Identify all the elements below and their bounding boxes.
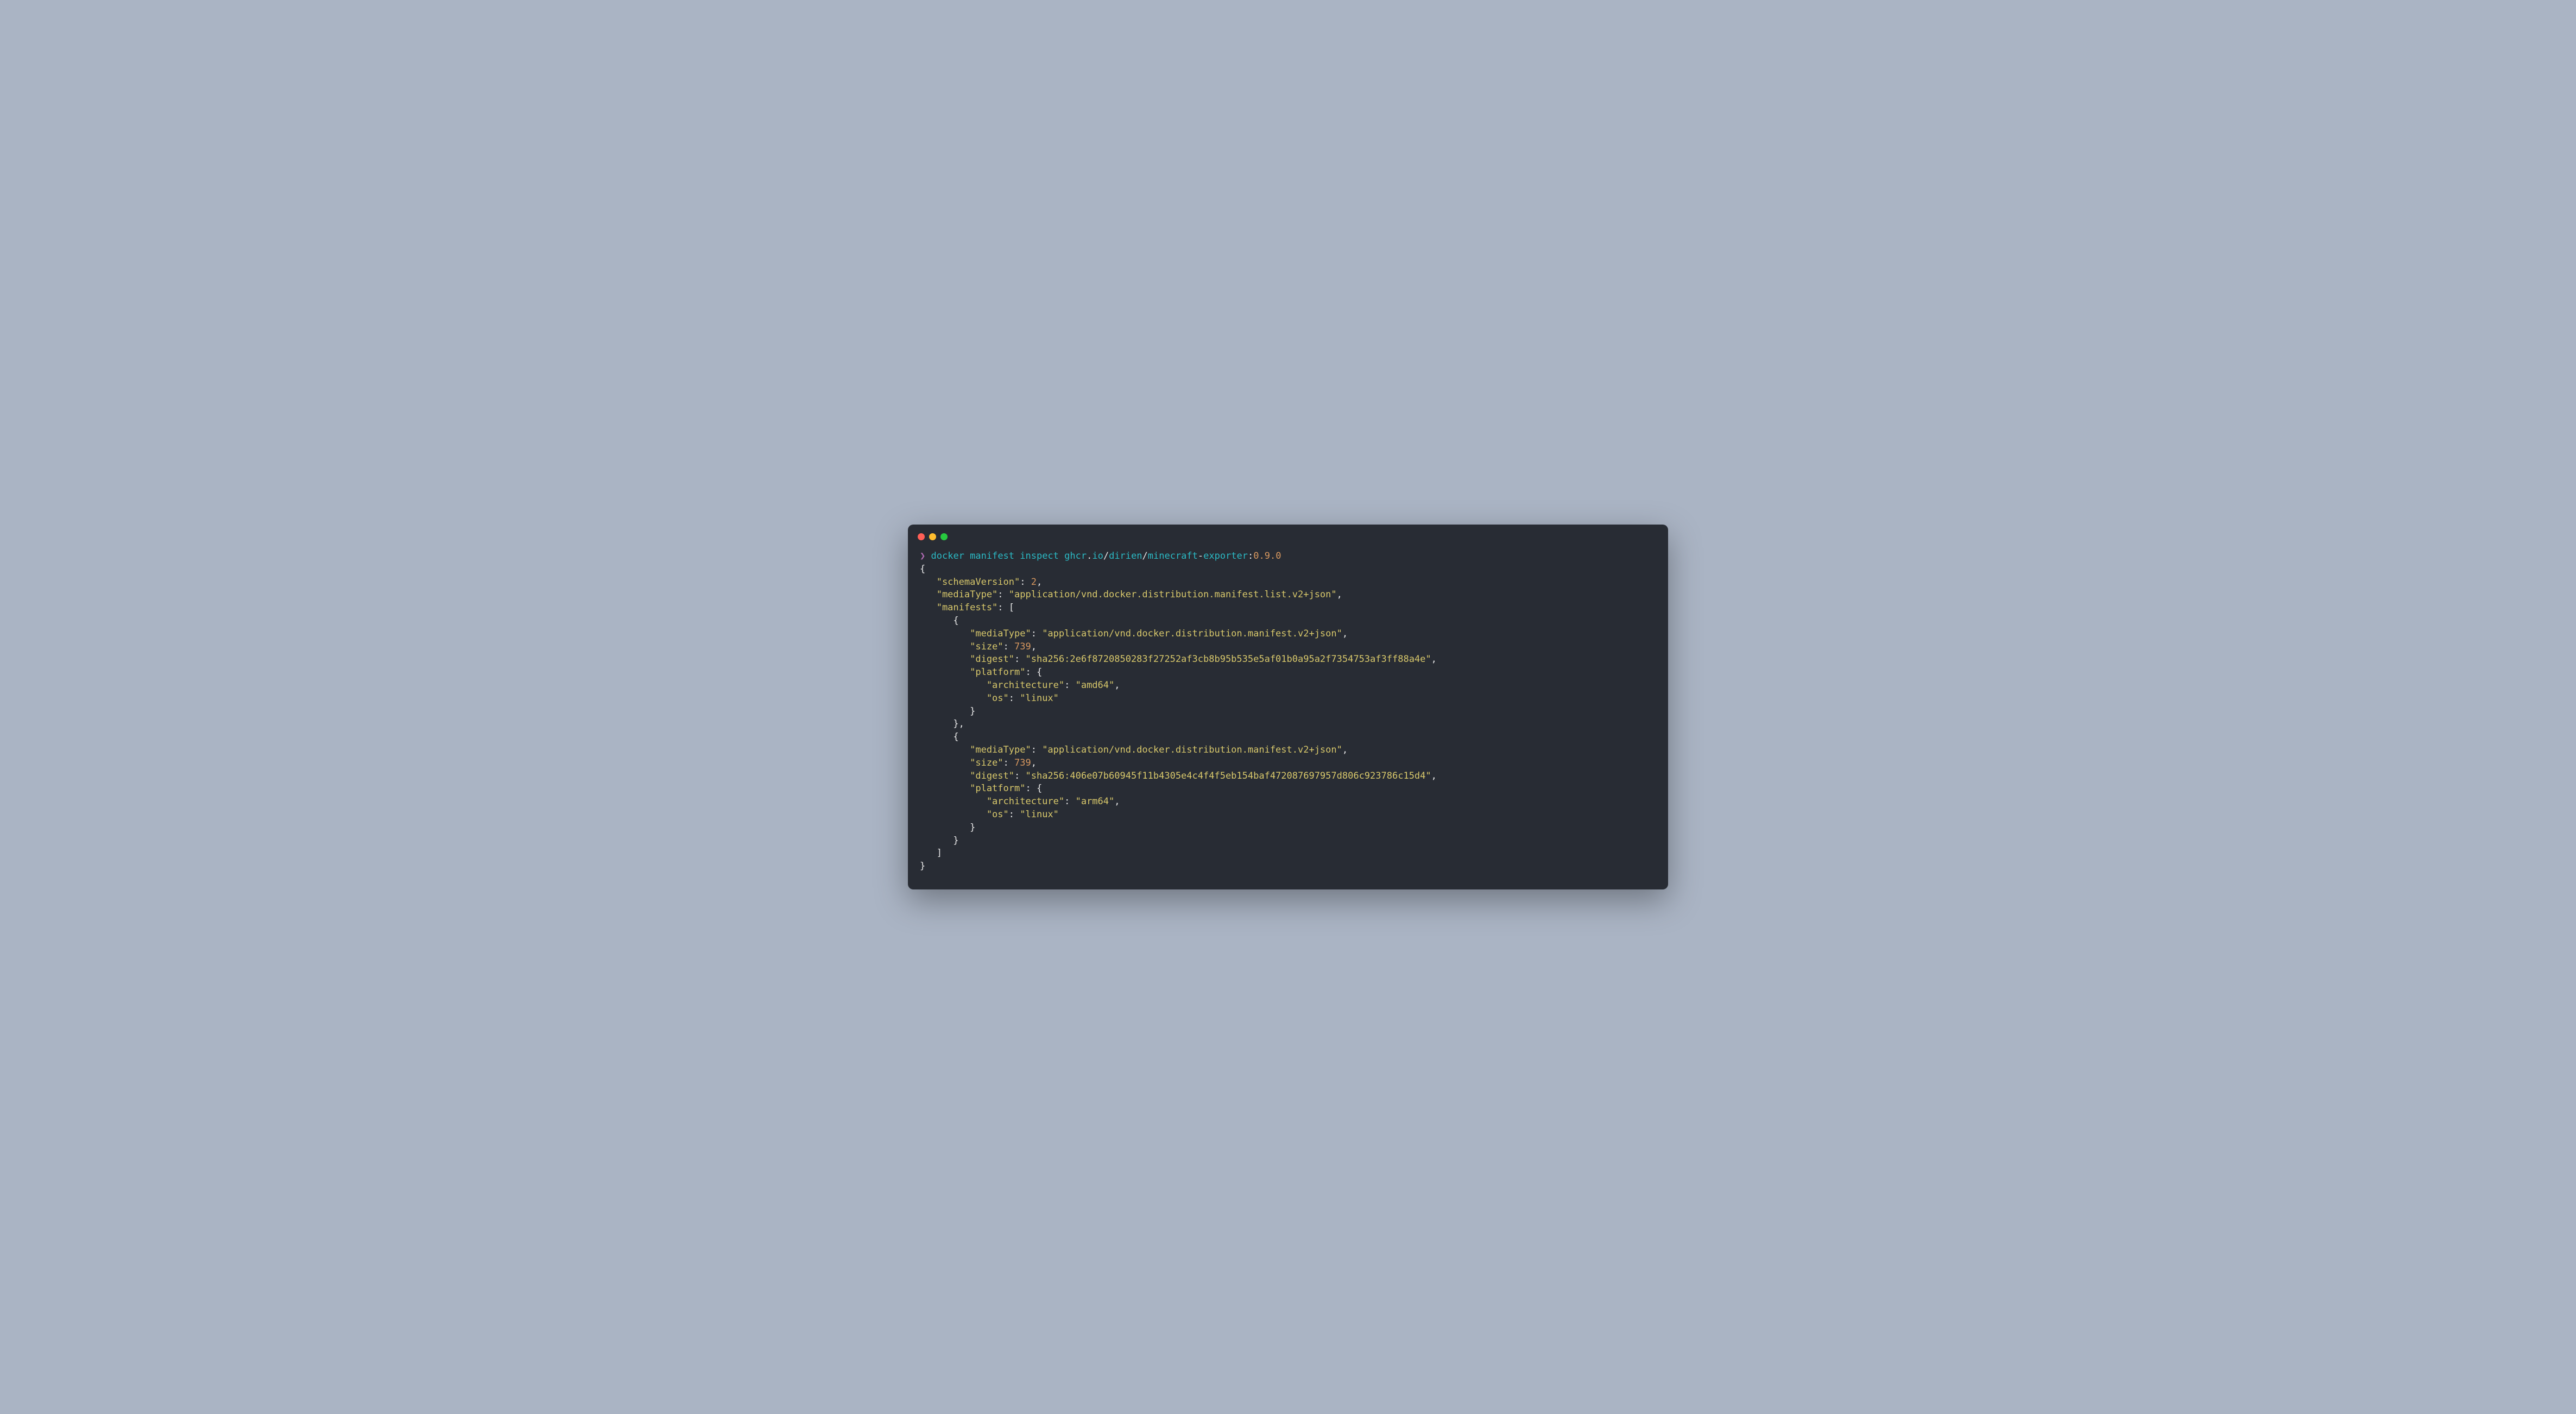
sep: : { <box>1025 783 1042 794</box>
repo-segment: minecraft <box>1148 551 1198 561</box>
comma: , <box>1114 796 1120 807</box>
sep: : <box>1031 628 1042 639</box>
json-value: "application/vnd.docker.distribution.man… <box>1042 628 1342 639</box>
json-line: } <box>920 835 959 846</box>
registry: ghcr <box>1064 551 1087 561</box>
sep: : <box>1031 744 1042 755</box>
json-value: "linux" <box>1020 809 1059 820</box>
comma: , <box>1031 641 1037 652</box>
sep: : <box>1003 758 1014 768</box>
sep: : <box>997 589 1008 600</box>
terminal-content[interactable]: ❯ docker manifest inspect ghcr.io/dirien… <box>908 546 1668 889</box>
json-line: { <box>920 731 959 742</box>
json-value: "amd64" <box>1076 680 1115 691</box>
comma: , <box>1431 771 1437 781</box>
slash: / <box>1103 551 1109 561</box>
comma: , <box>1031 758 1037 768</box>
sep: : <box>1064 680 1075 691</box>
json-key: "digest" <box>920 771 1014 781</box>
dot: . <box>1087 551 1092 561</box>
json-key: "platform" <box>920 667 1025 678</box>
json-value: "arm64" <box>1076 796 1115 807</box>
json-key: "schemaVersion" <box>920 577 1020 588</box>
json-key: "digest" <box>920 654 1014 665</box>
json-value: 739 <box>1014 758 1031 768</box>
json-value: "sha256:406e07b60945f11b4305e4c4f4f5eb15… <box>1025 771 1431 781</box>
json-key: "size" <box>920 641 1003 652</box>
slash: / <box>1142 551 1148 561</box>
image-tag: 0.9.0 <box>1253 551 1281 561</box>
json-value: 2 <box>1031 577 1037 588</box>
json-key: "os" <box>920 809 1009 820</box>
titlebar <box>908 525 1668 546</box>
command-text: docker manifest inspect <box>931 551 1065 561</box>
json-key: "platform" <box>920 783 1025 794</box>
sep: : <box>1014 771 1025 781</box>
json-line: ] <box>920 848 942 858</box>
comma: , <box>1342 744 1348 755</box>
sep: : <box>1009 809 1020 820</box>
json-value: 739 <box>1014 641 1031 652</box>
dash: - <box>1198 551 1203 561</box>
json-line: } <box>920 822 975 833</box>
comma: , <box>1342 628 1348 639</box>
sep: : <box>1009 693 1020 704</box>
user-segment: dirien <box>1109 551 1142 561</box>
sep: : <box>1064 796 1075 807</box>
json-key: "mediaType" <box>920 589 997 600</box>
json-key: "mediaType" <box>920 628 1031 639</box>
sep: : [ <box>997 602 1014 613</box>
repo-segment: exporter <box>1203 551 1248 561</box>
json-value: "sha256:2e6f8720850283f27252af3cb8b95b53… <box>1025 654 1431 665</box>
json-key: "manifests" <box>920 602 997 613</box>
json-line: } <box>920 706 975 717</box>
terminal-window: ❯ docker manifest inspect ghcr.io/dirien… <box>908 525 1668 889</box>
tld: io <box>1092 551 1103 561</box>
sep: : <box>1014 654 1025 665</box>
close-icon[interactable] <box>918 533 925 540</box>
json-value: "linux" <box>1020 693 1059 704</box>
json-line: { <box>920 615 959 626</box>
json-key: "size" <box>920 758 1003 768</box>
comma: , <box>1114 680 1120 691</box>
comma: , <box>1431 654 1437 665</box>
sep: : { <box>1025 667 1042 678</box>
json-value: "application/vnd.docker.distribution.man… <box>1042 744 1342 755</box>
json-key: "mediaType" <box>920 744 1031 755</box>
json-line: { <box>920 564 925 575</box>
prompt-symbol: ❯ <box>920 551 925 561</box>
json-key: "architecture" <box>920 796 1064 807</box>
sep: : <box>1020 577 1031 588</box>
json-value: "application/vnd.docker.distribution.man… <box>1009 589 1337 600</box>
sep: : <box>1003 641 1014 652</box>
json-line: } <box>920 861 925 872</box>
json-line: }, <box>920 718 964 729</box>
minimize-icon[interactable] <box>929 533 936 540</box>
comma: , <box>1037 577 1042 588</box>
json-key: "architecture" <box>920 680 1064 691</box>
maximize-icon[interactable] <box>940 533 948 540</box>
comma: , <box>1337 589 1342 600</box>
colon: : <box>1248 551 1253 561</box>
json-key: "os" <box>920 693 1009 704</box>
